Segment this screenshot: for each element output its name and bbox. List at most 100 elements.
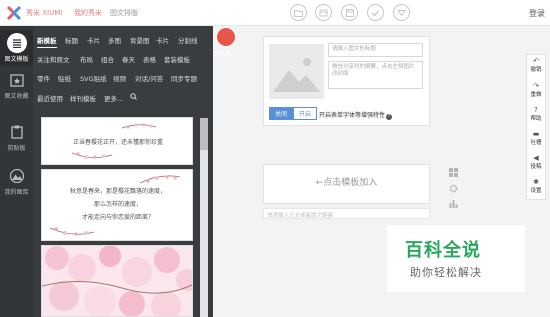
toggle-off-button[interactable]: 关闭 xyxy=(269,107,293,120)
xiumi-logo-icon[interactable] xyxy=(6,5,22,21)
help-label: 帮助 xyxy=(530,116,542,122)
settings-label: 设置 xyxy=(530,188,542,194)
tab-row-3: 零件 贴纸 SVG贴纸 视频 对话/问答 同步专题 xyxy=(33,68,213,85)
blossom-decoration-icon xyxy=(50,227,94,236)
crumb-my-xiumi[interactable]: 我的秀米 xyxy=(74,8,102,18)
tab-card[interactable]: 卡片 xyxy=(87,35,100,45)
template-card-2[interactable]: 秋意是春来，那是樱花飘落的速度， 那么怎样的速度， 才能走向与你恋爱的距离？ xyxy=(41,169,193,241)
tab-sync-topic[interactable]: 同步专题 xyxy=(171,73,197,83)
tab-follow[interactable]: 关注和原文 xyxy=(37,54,70,64)
tab-more[interactable]: 更多... xyxy=(104,93,123,103)
watermark-subtitle: 助你轻松解决 xyxy=(410,266,482,279)
cover-image-placeholder[interactable] xyxy=(269,44,324,99)
download-icon[interactable] xyxy=(393,4,410,21)
card-text-line: 正当春樱花正开，还未懂那你珍重 xyxy=(72,139,163,146)
folder-icon[interactable] xyxy=(290,4,307,21)
top-bar: 秀米 XIUMI 我的秀米 图文排版 登录 xyxy=(0,0,550,26)
tab-combo[interactable]: 组合 xyxy=(101,54,114,64)
tab-suite[interactable]: 套装模板 xyxy=(164,54,190,64)
tab-background[interactable]: 背景图 xyxy=(130,35,150,45)
rail-item-templates[interactable]: 图文模板 xyxy=(0,30,33,66)
blossom-decoration-icon xyxy=(72,152,112,159)
tab-spring[interactable]: 春天 xyxy=(122,54,135,64)
tab-layout[interactable]: 布局 xyxy=(80,54,93,64)
toggle-on-button[interactable]: 开启 xyxy=(293,107,317,120)
tab-stickers[interactable]: 贴纸 xyxy=(58,73,71,83)
favorite-icon xyxy=(7,70,27,90)
enhanced-features-note: 开启表单字体等增强特性? xyxy=(319,110,393,120)
redo-icon: ↷ xyxy=(533,82,539,90)
card-text-line: 秋意是春来，那是樱花飘落的速度， xyxy=(69,188,166,195)
tab-sample[interactable]: 样刊模板 xyxy=(70,93,96,103)
tab-row-1: 新模板 标题 卡片 多图 背景图 卡片 分割线 xyxy=(33,30,213,48)
redo-label: 重做 xyxy=(530,92,542,98)
left-rail: 图文模板 图文收藏 剪贴板 我的图库 xyxy=(0,26,33,317)
theme-color-label: 主题色 xyxy=(213,50,232,57)
cherry-blossom-image xyxy=(42,246,192,316)
submit-label: 投稿 xyxy=(530,164,542,170)
tab-svg-stickers[interactable]: SVG贴纸 xyxy=(80,73,107,83)
comment-icon: ▬ xyxy=(532,130,540,138)
submit-button[interactable]: ◀ 投稿 xyxy=(526,154,546,170)
tab-title[interactable]: 标题 xyxy=(65,35,78,45)
rail-label: 我的图库 xyxy=(4,189,29,196)
tab-card-2[interactable]: 卡片 xyxy=(156,35,169,45)
crumb-current: 图文排版 xyxy=(110,9,138,17)
save-icon[interactable] xyxy=(341,4,358,21)
redo-button[interactable]: ↷ 重做 xyxy=(526,82,546,98)
check-icon[interactable] xyxy=(367,4,384,21)
blossom-decoration-icon xyxy=(122,123,156,129)
rail-item-gallery[interactable]: 我的图库 xyxy=(0,166,33,196)
tab-multi-image[interactable]: 多图 xyxy=(108,35,121,45)
bar-chart-icon[interactable] xyxy=(449,199,458,208)
tab-video[interactable]: 视频 xyxy=(113,73,126,83)
template-icon xyxy=(6,33,27,53)
template-card-1[interactable]: 正当春樱花正开，还未懂那你珍重 xyxy=(41,117,193,165)
rail-label: 剪贴板 xyxy=(7,145,26,152)
help-button[interactable]: ? 帮助 xyxy=(526,106,546,122)
gear-icon[interactable] xyxy=(449,184,458,193)
tab-recent[interactable]: 最近使用 xyxy=(37,93,63,103)
source-link-input[interactable]: 快速输入正文或者原文链接 xyxy=(263,208,430,219)
rail-label: 图文模板 xyxy=(4,56,29,63)
summary-input[interactable]: 微信分享时的摘要，点击左侧图片改封面 xyxy=(328,61,423,89)
rail-item-favorites[interactable]: 图文收藏 xyxy=(0,70,33,100)
tab-row-4: 最近使用 样刊模板 更多... xyxy=(33,88,213,105)
panel-scrollbar-thumb[interactable] xyxy=(200,118,208,150)
submit-icon: ◀ xyxy=(533,154,539,162)
blossom-decoration-icon xyxy=(140,175,180,184)
undo-icon: ↶ xyxy=(533,57,539,65)
image-placeholder-icon xyxy=(273,58,320,92)
undo-button[interactable]: ↶ 撤销 xyxy=(526,57,546,73)
card-text-line: 才能走向与你恋爱的距离？ xyxy=(81,214,154,221)
open-icon[interactable] xyxy=(315,4,332,21)
card-text-line: 那么怎样的速度， xyxy=(93,201,142,208)
settings-icon: ✱ xyxy=(533,178,539,186)
comment-label: 吐槽 xyxy=(530,140,542,146)
tab-parts[interactable]: 零件 xyxy=(37,73,50,83)
tab-new-templates[interactable]: 新模板 xyxy=(37,35,57,48)
tab-divider[interactable]: 分割线 xyxy=(178,35,198,45)
clipboard-icon xyxy=(7,122,27,142)
undo-label: 撤销 xyxy=(530,67,542,73)
search-icon[interactable] xyxy=(130,93,137,100)
login-link[interactable]: 登录 xyxy=(529,8,545,19)
brand-name[interactable]: 秀米 XIUMI xyxy=(26,8,62,18)
rail-label: 图文收藏 xyxy=(4,93,29,100)
grid-icon[interactable] xyxy=(449,168,458,177)
tab-dialog[interactable]: 对话/问答 xyxy=(135,73,163,83)
note-text: 开启表单字体等增强特性 xyxy=(319,112,386,119)
template-card-3[interactable] xyxy=(41,245,193,317)
tab-table[interactable]: 表格 xyxy=(143,54,156,64)
tab-row-2: 关注和原文 布局 组合 春天 表格 套装模板 xyxy=(33,49,213,66)
add-template-hint: ←点击模板加入 xyxy=(315,178,378,188)
rail-item-clipboard[interactable]: 剪贴板 xyxy=(0,122,33,152)
gallery-icon xyxy=(7,166,27,186)
help-question-icon[interactable]: ? xyxy=(386,114,393,120)
settings-button[interactable]: ✱ 设置 xyxy=(526,178,546,194)
comment-button[interactable]: ▬ 吐槽 xyxy=(526,130,546,146)
title-input[interactable]: 请输入图文的标题 xyxy=(328,43,423,57)
theme-color-button[interactable] xyxy=(216,27,236,47)
help-icon: ? xyxy=(534,106,538,114)
watermark-title: 百科全说 xyxy=(405,240,481,261)
